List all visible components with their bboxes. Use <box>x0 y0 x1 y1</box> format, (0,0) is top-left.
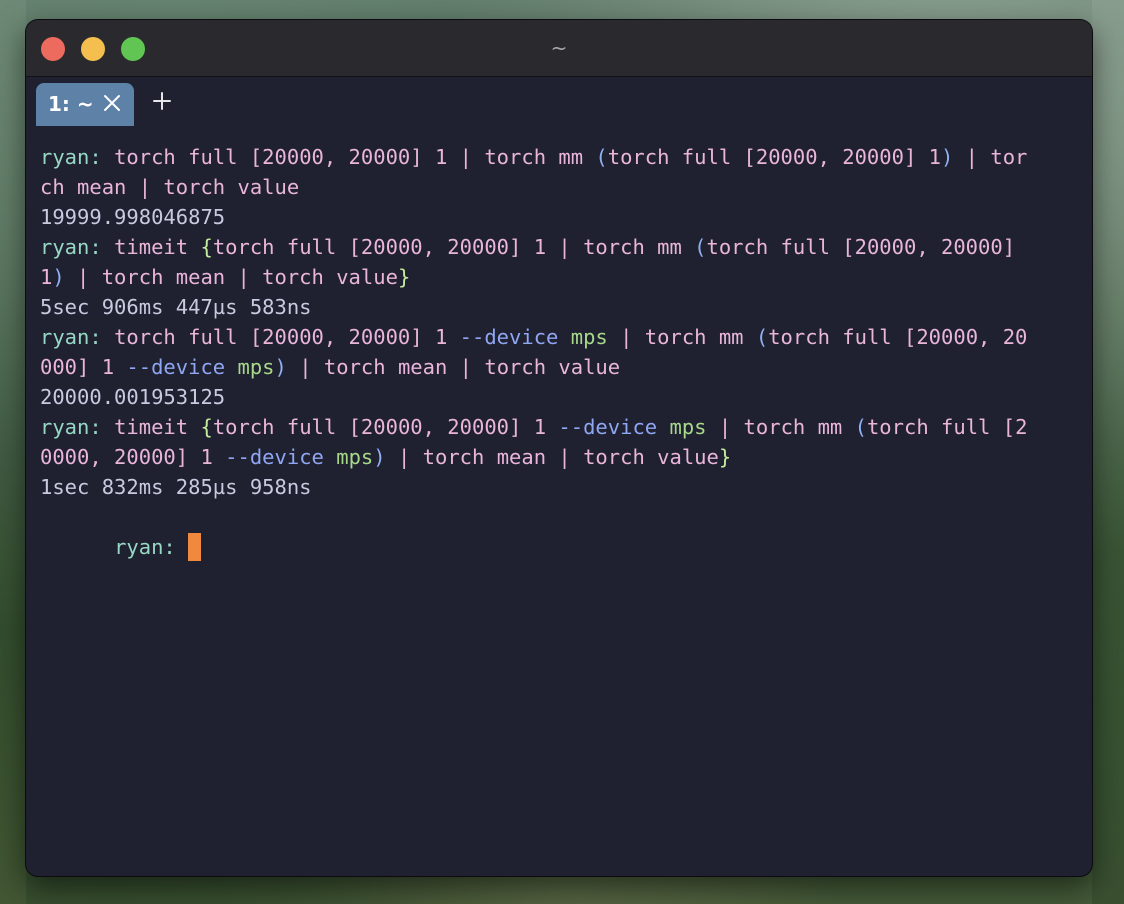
terminal-segment-paren: ( <box>854 415 867 439</box>
terminal-line: ryan: timeit {torch full [20000, 20000] … <box>40 412 1080 442</box>
terminal-segment-out: 19999.998046875 <box>40 205 226 229</box>
terminal-line: 19999.998046875 <box>40 202 1080 232</box>
prompt: ryan: <box>114 535 189 559</box>
terminal-segment-str: mps <box>570 325 608 349</box>
terminal-segment-prompt: ryan: <box>40 145 115 169</box>
terminal-segment-flag: --device <box>126 355 226 379</box>
terminal-segment-cmd: torch full [20000, 20000] 1 | torch mm <box>212 235 695 259</box>
terminal-segment-paren: ( <box>694 235 707 259</box>
terminal-segment-prompt: ryan: <box>40 325 115 349</box>
terminal-segment-flag: --device <box>558 415 658 439</box>
terminal-segment-cmd: 0000, 20000] 1 <box>40 445 226 469</box>
terminal-line: ryan: torch full [20000, 20000] 1 | torc… <box>40 142 1080 172</box>
terminal-segment-cmd: timeit <box>114 235 201 259</box>
terminal-line: ch mean | torch value <box>40 172 1080 202</box>
terminal-segment-paren: ( <box>595 145 608 169</box>
terminal-line: ryan: timeit {torch full [20000, 20000] … <box>40 232 1080 262</box>
terminal-segment-str: mps <box>237 355 275 379</box>
tab-bar: 1: ~ <box>26 77 1092 126</box>
wallpaper-tree <box>1092 0 1124 904</box>
terminal-segment-cmd: torch full [20000, 20000] <box>706 235 1016 259</box>
terminal-line: 20000.001953125 <box>40 382 1080 412</box>
terminal-segment-cmd: 1 <box>40 265 53 289</box>
terminal-segment-paren: ( <box>755 325 769 349</box>
terminal-line: 1sec 832ms 285µs 958ns <box>40 472 1080 502</box>
terminal-segment-cmd: | tor <box>953 145 1028 169</box>
terminal-segment-cmd: 000] 1 <box>40 355 127 379</box>
terminal-segment-cmd: | torch mean | torch value <box>385 445 719 469</box>
terminal-line: 5sec 906ms 447µs 583ns <box>40 292 1080 322</box>
title-bar[interactable]: ~ <box>26 20 1092 77</box>
terminal-segment-str: mps <box>669 415 707 439</box>
terminal-segment-brace: } <box>397 265 411 289</box>
terminal-segment-paren: ) <box>373 445 386 469</box>
window-title: ~ <box>550 36 568 60</box>
terminal-window: ~ 1: ~ ryan: torch full [20000, 20000] 1… <box>26 20 1092 876</box>
terminal-segment-paren: ) <box>52 265 65 289</box>
terminal-segment-cmd <box>225 355 237 379</box>
terminal-segment-paren: ) <box>274 355 287 379</box>
terminal-segment-out: 1sec 832ms 285µs 958ns <box>40 475 312 499</box>
terminal-output[interactable]: ryan: torch full [20000, 20000] 1 | torc… <box>40 142 1080 842</box>
terminal-line: 1) | torch mean | torch value} <box>40 262 1080 292</box>
terminal-segment-cmd <box>657 415 669 439</box>
terminal-line: ryan: torch full [20000, 20000] 1 --devi… <box>40 322 1080 352</box>
terminal-segment-cmd <box>324 445 336 469</box>
terminal-segment-cmd <box>558 325 570 349</box>
terminal-segment-paren: ) <box>941 145 954 169</box>
terminal-segment-str: mps <box>336 445 374 469</box>
terminal-segment-prompt: ryan: <box>40 235 115 259</box>
terminal-segment-flag: --device <box>459 325 559 349</box>
terminal-segment-cmd: | torch mean | torch value <box>286 355 621 379</box>
active-prompt-line[interactable]: ryan: <box>40 502 1080 561</box>
wallpaper-tree <box>0 0 26 904</box>
terminal-segment-cmd: | torch mm <box>706 415 855 439</box>
terminal-segment-cmd: torch full [20000, 20000] 1 | torch mm <box>114 145 596 169</box>
terminal-segment-cmd: torch full [20000, 20000] 1 <box>114 325 460 349</box>
cursor <box>188 533 202 561</box>
tab-1[interactable]: 1: ~ <box>36 83 134 126</box>
terminal-segment-cmd: ch mean | torch value <box>40 175 300 199</box>
terminal-segment-cmd: torch full [2 <box>866 415 1028 439</box>
terminal-segment-out: 5sec 906ms 447µs 583ns <box>40 295 312 319</box>
terminal-segment-brace: { <box>200 415 213 439</box>
terminal-segment-out: 20000.001953125 <box>40 385 226 409</box>
plus-icon[interactable] <box>150 89 174 113</box>
tab-label: 1: ~ <box>48 92 94 116</box>
terminal-segment-cmd: | torch mean | torch value <box>64 265 398 289</box>
terminal-segment-prompt: ryan: <box>40 415 115 439</box>
terminal-segment-brace: { <box>200 235 213 259</box>
terminal-segment-cmd: timeit <box>114 415 201 439</box>
terminal-lines: ryan: torch full [20000, 20000] 1 | torc… <box>40 142 1080 502</box>
terminal-segment-flag: --device <box>225 445 324 469</box>
terminal-segment-brace: } <box>718 445 732 469</box>
terminal-line: 0000, 20000] 1 --device mps) | torch mea… <box>40 442 1080 472</box>
terminal-segment-cmd: torch full [20000, 20000] 1 <box>212 415 559 439</box>
terminal-line: 000] 1 --device mps) | torch mean | torc… <box>40 352 1080 382</box>
terminal-segment-cmd: | torch mm <box>607 325 756 349</box>
terminal-segment-cmd: torch full [20000, 20000] 1 <box>607 145 941 169</box>
close-icon[interactable] <box>102 93 122 113</box>
terminal-segment-cmd: torch full [20000, 20 <box>768 325 1028 349</box>
